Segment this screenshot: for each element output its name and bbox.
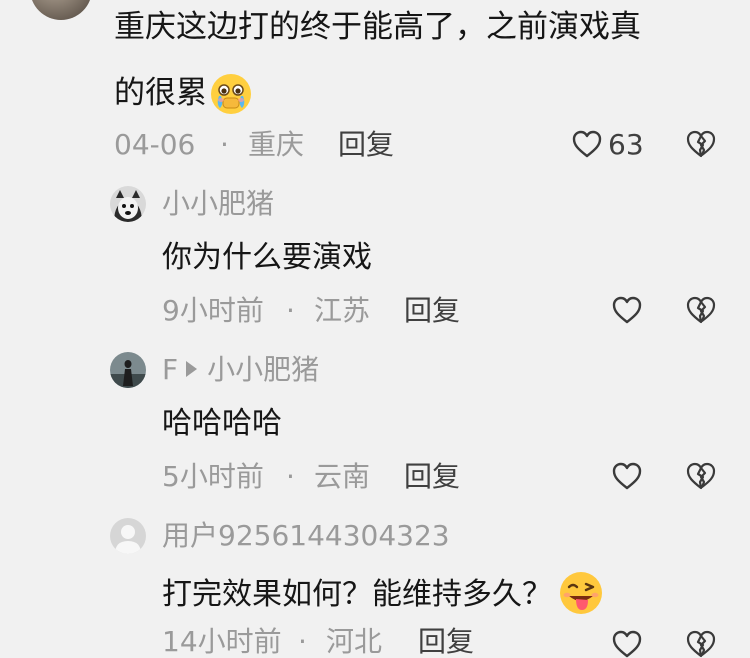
tongue-wink-emoji-icon (558, 570, 604, 620)
like-heart-icon[interactable] (572, 130, 602, 158)
avatar[interactable] (110, 518, 146, 554)
reply-button[interactable]: 回复 (404, 463, 460, 491)
reply-arrow-icon (186, 361, 198, 377)
username[interactable]: 用户9256144304323 (162, 522, 450, 550)
reply-text-wrap: 打完效果如何？能维持多久？ (162, 570, 604, 620)
reply-to-username[interactable]: 小小肥猪 (207, 353, 319, 386)
meta-separator: · (286, 294, 295, 327)
like-heart-icon[interactable] (612, 630, 642, 658)
comment-location: 重庆 (248, 128, 305, 161)
reply-button[interactable]: 回复 (418, 628, 474, 656)
reply-text: 打完效果如何？能维持多久？ (162, 577, 552, 612)
reply-chain: F 小小肥猪 (162, 356, 319, 384)
comment-date: 04-06 (114, 128, 196, 161)
dislike-broken-heart-icon[interactable] (686, 462, 716, 490)
reply-location: 江苏 (314, 294, 371, 327)
like-count: 63 (608, 128, 644, 161)
avatar[interactable] (30, 0, 92, 20)
reply-time: 9小时前 (162, 294, 264, 327)
username[interactable]: F (162, 353, 178, 386)
crying-face-emoji-icon (209, 72, 251, 114)
dislike-broken-heart-icon[interactable] (686, 130, 716, 158)
avatar[interactable] (110, 352, 146, 388)
comment-text-line1: 重庆这边打的终于能高了，之前演戏真 (114, 9, 641, 45)
dislike-broken-heart-icon[interactable] (686, 296, 716, 324)
username[interactable]: 小小肥猪 (162, 190, 274, 218)
reply-time: 14小时前 (162, 625, 282, 658)
reply-button[interactable]: 回复 (404, 297, 460, 325)
comment-text-line2: 的很累 (114, 74, 207, 111)
reply-location: 河北 (326, 625, 383, 658)
meta-separator: · (286, 460, 295, 493)
comment-text-line2-wrap: 的很累 (114, 72, 251, 114)
reply-location: 云南 (314, 460, 371, 493)
like-heart-icon[interactable] (612, 462, 642, 490)
avatar[interactable] (110, 186, 146, 222)
meta-separator: · (220, 128, 229, 161)
reply-text: 你为什么要演戏 (162, 240, 372, 275)
reply-time: 5小时前 (162, 460, 264, 493)
like-heart-icon[interactable] (612, 296, 642, 324)
meta-separator: · (298, 625, 307, 658)
dislike-broken-heart-icon[interactable] (686, 630, 716, 658)
reply-button[interactable]: 回复 (338, 131, 394, 159)
reply-text: 哈哈哈哈 (162, 406, 282, 441)
